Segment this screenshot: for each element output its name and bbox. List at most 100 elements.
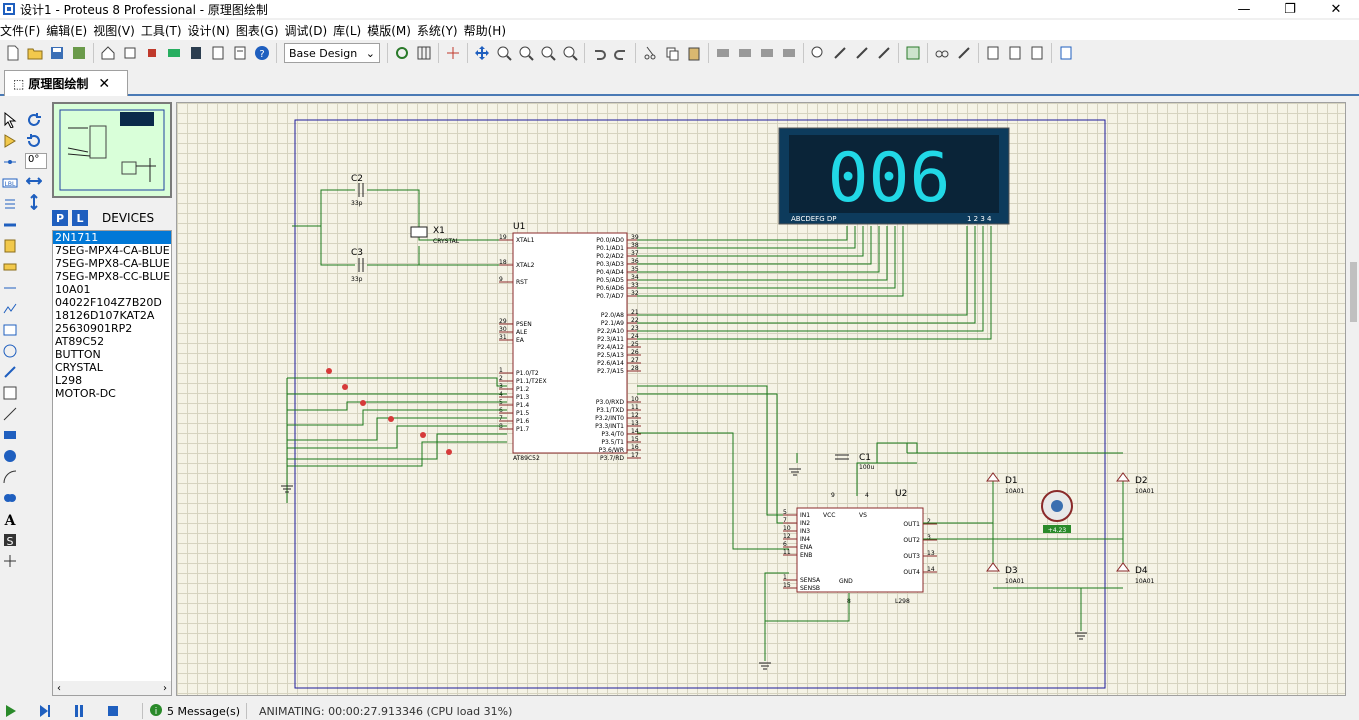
open-folder-icon[interactable] bbox=[25, 43, 45, 63]
property-tool-icon[interactable] bbox=[954, 43, 974, 63]
device-pin-icon[interactable] bbox=[1, 279, 19, 297]
layout-icon[interactable] bbox=[164, 43, 184, 63]
diode-d4[interactable]: D4 10A01 bbox=[1116, 562, 1155, 585]
symbol-icon[interactable]: S bbox=[1, 531, 19, 549]
menu-design[interactable]: 设计(N) bbox=[188, 22, 236, 39]
grid-icon[interactable] bbox=[414, 43, 434, 63]
device-list-scrollbar[interactable]: ‹ › bbox=[53, 681, 171, 695]
list-item[interactable]: 7SEG-MPX8-CC-BLUE bbox=[53, 270, 171, 283]
list-item[interactable]: 7SEG-MPX8-CA-BLUE bbox=[53, 257, 171, 270]
pause-icon[interactable] bbox=[68, 702, 90, 720]
box-icon[interactable] bbox=[1, 426, 19, 444]
message-count[interactable]: 5 Message(s) bbox=[167, 705, 240, 718]
terminal-icon[interactable] bbox=[1, 258, 19, 276]
graph-icon[interactable] bbox=[1, 300, 19, 318]
play-icon[interactable] bbox=[0, 702, 22, 720]
subcircuit-icon[interactable] bbox=[1, 237, 19, 255]
list-item[interactable]: 10A01 bbox=[53, 283, 171, 296]
junction-dot-icon[interactable] bbox=[1, 153, 19, 171]
list-item[interactable]: 2N1711 bbox=[53, 231, 171, 244]
arc-icon[interactable] bbox=[1, 468, 19, 486]
remove-sheet-icon[interactable] bbox=[1005, 43, 1025, 63]
copy-icon[interactable] bbox=[662, 43, 682, 63]
search-icon[interactable] bbox=[932, 43, 952, 63]
block-rotate-icon[interactable] bbox=[757, 43, 777, 63]
refresh-icon[interactable] bbox=[392, 43, 412, 63]
cut-icon[interactable] bbox=[640, 43, 660, 63]
list-item[interactable]: MOTOR-DC bbox=[53, 387, 171, 400]
mirror-vertical-icon[interactable] bbox=[25, 193, 43, 211]
make-device-icon[interactable] bbox=[830, 43, 850, 63]
zoom-area-icon[interactable] bbox=[560, 43, 580, 63]
help-icon[interactable]: ? bbox=[252, 43, 272, 63]
notes-icon[interactable] bbox=[230, 43, 250, 63]
line-icon[interactable] bbox=[1, 405, 19, 423]
decompose-icon[interactable] bbox=[874, 43, 894, 63]
path-icon[interactable] bbox=[1, 489, 19, 507]
import-icon[interactable] bbox=[69, 43, 89, 63]
menu-file[interactable]: 文件(F) bbox=[0, 22, 46, 39]
rotate-anticlockwise-icon[interactable] bbox=[25, 132, 43, 150]
list-item[interactable]: 7SEG-MPX4-CA-BLUE bbox=[53, 244, 171, 257]
active-popup-icon[interactable] bbox=[1, 321, 19, 339]
canvas-scrollbar[interactable] bbox=[1348, 102, 1359, 696]
save-icon[interactable] bbox=[47, 43, 67, 63]
instrument-icon[interactable] bbox=[1, 384, 19, 402]
probe-icon[interactable] bbox=[1, 363, 19, 381]
new-file-icon[interactable] bbox=[3, 43, 23, 63]
list-item[interactable]: AT89C52 bbox=[53, 335, 171, 348]
marker-icon[interactable] bbox=[1, 552, 19, 570]
diode-d3[interactable]: D3 10A01 bbox=[986, 562, 1025, 585]
list-item[interactable]: 04022F104Z7B20D bbox=[53, 296, 171, 309]
crystal-x1[interactable]: X1 CRYSTAL bbox=[410, 226, 460, 245]
origin-icon[interactable] bbox=[443, 43, 463, 63]
close-button[interactable]: ✕ bbox=[1313, 0, 1359, 18]
home-icon[interactable] bbox=[98, 43, 118, 63]
menu-system[interactable]: 系统(Y) bbox=[417, 22, 464, 39]
maximize-button[interactable]: ❐ bbox=[1267, 0, 1313, 18]
library-manager-button[interactable]: L bbox=[72, 210, 88, 226]
redo-icon[interactable] bbox=[611, 43, 631, 63]
bus-icon[interactable] bbox=[1, 216, 19, 234]
step-icon[interactable] bbox=[34, 702, 56, 720]
list-item[interactable]: 18126D107KAT2A bbox=[53, 309, 171, 322]
menu-help[interactable]: 帮助(H) bbox=[464, 22, 512, 39]
minimize-button[interactable]: — bbox=[1221, 0, 1267, 18]
block-delete-icon[interactable] bbox=[779, 43, 799, 63]
schematic-icon[interactable] bbox=[120, 43, 140, 63]
new-sheet-icon[interactable] bbox=[983, 43, 1003, 63]
list-item[interactable]: L298 bbox=[53, 374, 171, 387]
stop-icon[interactable] bbox=[102, 702, 124, 720]
block-move-icon[interactable] bbox=[735, 43, 755, 63]
scrollbar-thumb[interactable] bbox=[1350, 262, 1357, 322]
menu-edit[interactable]: 编辑(E) bbox=[46, 22, 93, 39]
generator-icon[interactable] bbox=[1, 342, 19, 360]
menu-graph[interactable]: 图表(G) bbox=[236, 22, 285, 39]
overview-window[interactable] bbox=[52, 102, 172, 198]
pick-devices-button[interactable]: P bbox=[52, 210, 68, 226]
capacitor-c1[interactable]: C1 100u bbox=[835, 453, 874, 471]
chip-icon[interactable] bbox=[142, 43, 162, 63]
mirror-horizontal-icon[interactable] bbox=[25, 172, 43, 190]
schematic-canvas[interactable]: 006 ABCDEFG DP 1 2 3 4 C2 33p C3 33p X1 … bbox=[176, 102, 1346, 696]
component-mode-icon[interactable] bbox=[1, 132, 19, 150]
wire-label-icon[interactable]: LBL bbox=[1, 174, 19, 192]
undo-icon[interactable] bbox=[589, 43, 609, 63]
pick-device-icon[interactable] bbox=[808, 43, 828, 63]
rotate-clockwise-icon[interactable] bbox=[25, 111, 43, 129]
list-item[interactable]: BUTTON bbox=[53, 348, 171, 361]
pan-icon[interactable] bbox=[472, 43, 492, 63]
paste-icon[interactable] bbox=[684, 43, 704, 63]
close-tab-icon[interactable]: ✕ bbox=[98, 76, 110, 92]
scroll-right-icon[interactable]: › bbox=[163, 683, 167, 694]
menu-debug[interactable]: 调试(D) bbox=[285, 22, 334, 39]
list-item[interactable]: CRYSTAL bbox=[53, 361, 171, 374]
text-script-icon[interactable] bbox=[1, 195, 19, 213]
tab-schematic[interactable]: ⬚ 原理图绘制 ✕ bbox=[4, 70, 128, 96]
menu-tools[interactable]: 工具(T) bbox=[141, 22, 188, 39]
list-item[interactable]: 25630901RP2 bbox=[53, 322, 171, 335]
wire-autorouter-icon[interactable] bbox=[903, 43, 923, 63]
block-copy-icon[interactable] bbox=[713, 43, 733, 63]
gerber-icon[interactable] bbox=[186, 43, 206, 63]
seven-segment-display[interactable]: 006 ABCDEFG DP 1 2 3 4 bbox=[778, 127, 1010, 225]
